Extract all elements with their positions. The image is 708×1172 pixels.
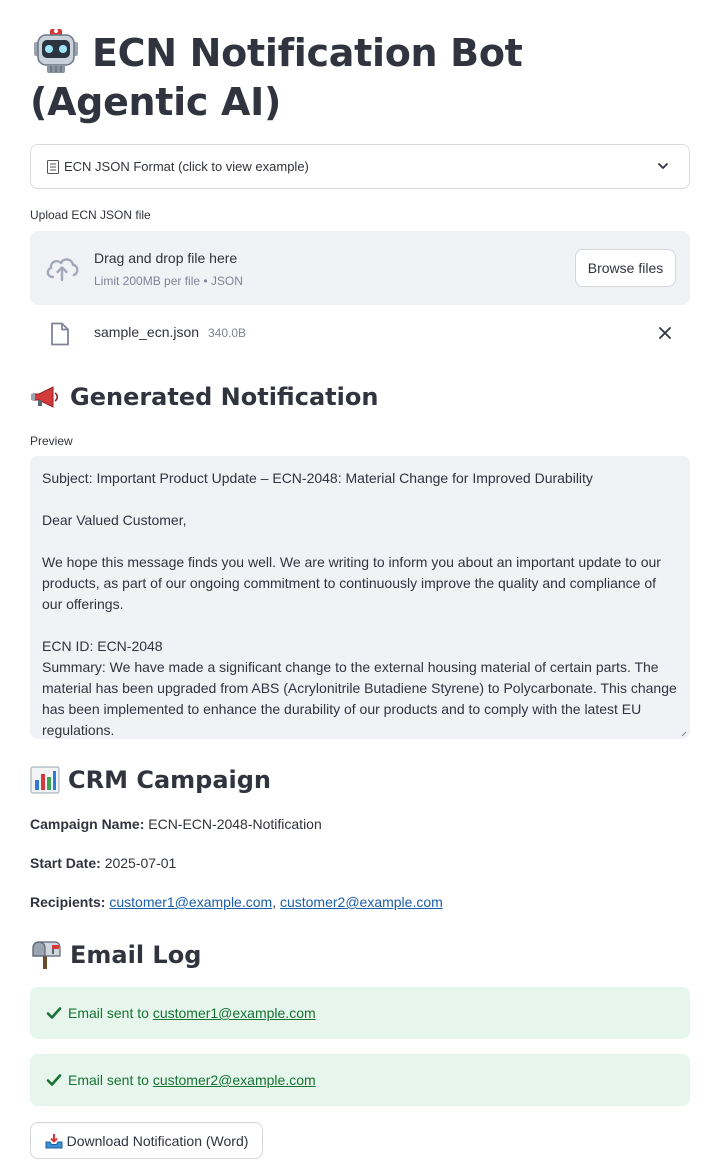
dropzone-title: Drag and drop file here xyxy=(94,250,238,266)
cloud-upload-icon xyxy=(46,258,79,282)
ecn-format-expander[interactable]: ECN JSON Format (click to view example) xyxy=(30,144,690,189)
email-log-prefix: Email sent to xyxy=(68,1005,149,1021)
download-button-label: Download Notification (Word) xyxy=(66,1132,249,1149)
uploaded-file-row: sample_ecn.json 340.0B xyxy=(30,318,690,348)
email-log-prefix: Email sent to xyxy=(68,1072,149,1088)
crm-heading-text: CRM Campaign xyxy=(68,766,272,794)
campaign-name-value: ECN-ECN-2048-Notification xyxy=(148,816,322,832)
campaign-name-label: Campaign Name: xyxy=(30,816,145,832)
chevron-down-icon[interactable] xyxy=(657,160,669,172)
check-icon xyxy=(46,1074,62,1086)
recipient-link-2[interactable]: customer2@example.com xyxy=(280,894,443,910)
page-title-text: ECN Notification Bot (Agentic AI) xyxy=(30,31,523,124)
page-title: ECN Notification Bot (Agentic AI) xyxy=(30,28,690,127)
recipients-label: Recipients: xyxy=(30,894,106,910)
preview-greeting: Dear Valued Customer, xyxy=(42,512,187,528)
close-icon[interactable] xyxy=(658,326,672,340)
crm-heading: CRM Campaign xyxy=(30,766,271,794)
megaphone-icon xyxy=(31,386,59,408)
start-date-row: Start Date: 2025-07-01 xyxy=(30,855,176,871)
uploaded-file-size: 340.0B xyxy=(208,326,247,340)
upload-label: Upload ECN JSON file xyxy=(30,208,151,222)
resize-handle-icon[interactable] xyxy=(681,731,687,737)
email-log-heading-text: Email Log xyxy=(70,941,202,969)
preview-paragraph: We hope this message finds you well. We … xyxy=(42,554,661,612)
recipient-link-1[interactable]: customer1@example.com xyxy=(109,894,272,910)
check-icon xyxy=(46,1007,62,1019)
preview-ecn-id: ECN ID: ECN-2048 xyxy=(42,638,163,654)
email-log-entry: Email sent to customer2@example.com xyxy=(30,1054,690,1106)
dropzone-limit: Limit 200MB per file • JSON xyxy=(94,274,243,288)
bar-chart-icon xyxy=(30,766,60,794)
email-log-heading: Email Log xyxy=(30,940,201,970)
expander-label: ECN JSON Format (click to view example) xyxy=(64,159,309,174)
uploaded-file-name: sample_ecn.json xyxy=(94,324,200,340)
mailbox-icon xyxy=(32,941,61,969)
preview-label: Preview xyxy=(30,434,73,448)
notification-heading: Generated Notification xyxy=(30,383,378,411)
document-icon xyxy=(47,159,59,174)
notification-preview-textarea[interactable]: Subject: Important Product Update – ECN-… xyxy=(30,456,690,739)
preview-summary: Summary: We have made a significant chan… xyxy=(42,659,677,738)
inbox-tray-icon xyxy=(45,1133,63,1148)
browse-files-button[interactable]: Browse files xyxy=(575,249,676,287)
email-log-link-1[interactable]: customer1@example.com xyxy=(153,1005,316,1021)
file-dropzone[interactable]: Drag and drop file here Limit 200MB per … xyxy=(30,231,690,305)
email-log-link-2[interactable]: customer2@example.com xyxy=(153,1072,316,1088)
email-log-entry: Email sent to customer1@example.com xyxy=(30,987,690,1039)
preview-subject: Subject: Important Product Update – ECN-… xyxy=(42,470,593,486)
notification-heading-text: Generated Notification xyxy=(70,383,379,411)
file-icon xyxy=(51,322,69,346)
robot-icon xyxy=(34,29,78,73)
recipient-separator: , xyxy=(272,894,280,910)
start-date-label: Start Date: xyxy=(30,855,101,871)
recipients-row: Recipients: customer1@example.com, custo… xyxy=(30,894,443,910)
download-notification-button[interactable]: Download Notification (Word) xyxy=(30,1122,263,1159)
start-date-value: 2025-07-01 xyxy=(104,855,177,871)
campaign-name-row: Campaign Name: ECN-ECN-2048-Notification xyxy=(30,816,322,832)
